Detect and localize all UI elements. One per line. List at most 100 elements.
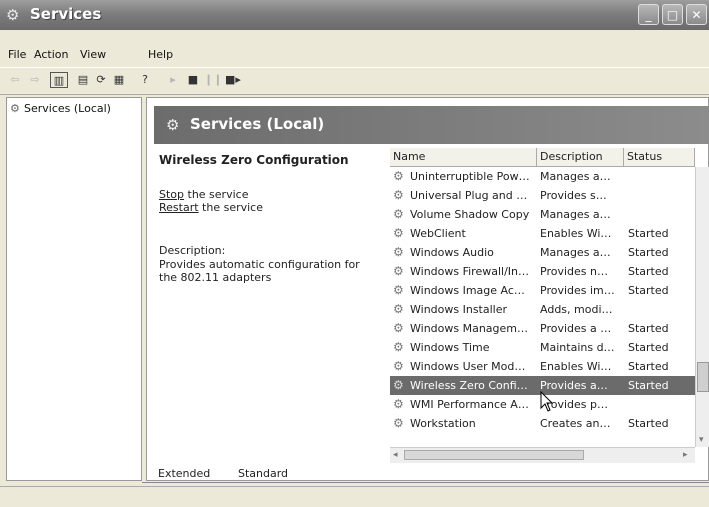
cell-status: Started xyxy=(628,341,669,354)
forward-icon[interactable]: ⇨ xyxy=(26,72,44,88)
restart-icon[interactable]: ■▸ xyxy=(224,72,242,88)
maximize-button[interactable]: □ xyxy=(662,4,683,25)
table-row[interactable]: ⚙ Uninterruptible Pow… Manages a… xyxy=(390,167,695,186)
cell-name: WMI Performance A… xyxy=(410,398,529,411)
mouse-cursor-icon xyxy=(540,391,554,412)
vertical-scroll-thumb[interactable] xyxy=(697,362,709,392)
console-tree: ⚙ Services (Local) xyxy=(6,97,142,481)
status-bar xyxy=(0,486,709,507)
services-gear-icon: ⚙ xyxy=(10,102,20,115)
cell-name: Workstation xyxy=(410,417,476,430)
cell-description: Adds, modi… xyxy=(540,303,613,316)
cell-description: Manages a… xyxy=(540,208,611,221)
cell-description: Creates an… xyxy=(540,417,611,430)
cell-status: Started xyxy=(628,284,669,297)
table-row[interactable]: ⚙ Windows Installer Adds, modi… xyxy=(390,300,695,319)
menu-view[interactable]: View xyxy=(80,48,106,61)
horizontal-scrollbar[interactable]: ◂ ▸ xyxy=(390,447,695,463)
cell-name: Windows Audio xyxy=(410,246,494,259)
cell-description: Manages a… xyxy=(540,170,611,183)
window-title: Services xyxy=(30,5,102,23)
refresh-icon[interactable]: ⟳ xyxy=(92,72,110,88)
table-row[interactable]: ⚙ Universal Plug and … Provides s… xyxy=(390,186,695,205)
stop-service-suffix: the service xyxy=(184,188,249,201)
services-list: Name Description Status ⚙ Uninterruptible… xyxy=(390,148,709,465)
service-gear-icon: ⚙ xyxy=(393,283,404,297)
description-label: Description: xyxy=(159,244,226,257)
service-gear-icon: ⚙ xyxy=(393,207,404,221)
cell-name: Volume Shadow Copy xyxy=(410,208,530,221)
cell-name: Wireless Zero Confi… xyxy=(410,379,528,392)
service-gear-icon: ⚙ xyxy=(393,302,404,316)
service-gear-icon: ⚙ xyxy=(393,321,404,335)
table-row[interactable]: ⚙ Windows Managem… Provides a … Started xyxy=(390,319,695,338)
cell-status: Started xyxy=(628,322,669,335)
column-header-description[interactable]: Description xyxy=(537,148,624,167)
start-icon[interactable]: ▸ xyxy=(164,72,182,88)
table-row[interactable]: ⚙ WebClient Enables Wi… Started xyxy=(390,224,695,243)
cell-name: Windows Time xyxy=(410,341,490,354)
menu-action[interactable]: Action xyxy=(34,48,68,61)
tab-standard[interactable]: Standard xyxy=(238,467,288,480)
service-gear-icon: ⚙ xyxy=(393,378,404,392)
scroll-left-icon[interactable]: ◂ xyxy=(393,450,398,460)
menu-help[interactable]: Help xyxy=(148,48,173,61)
cell-name: Windows Image Ac… xyxy=(410,284,525,297)
tree-item-label: Services (Local) xyxy=(24,102,111,115)
table-row[interactable]: ⚙ Windows Image Ac… Provides im… Started xyxy=(390,281,695,300)
cell-description: Provides s… xyxy=(540,189,607,202)
stop-service-row: Stop the service xyxy=(159,188,248,201)
column-header-name[interactable]: Name xyxy=(390,148,537,167)
cell-status: Started xyxy=(628,417,669,430)
export-list-icon[interactable]: ▦ xyxy=(110,72,128,88)
properties-icon[interactable]: ▤ xyxy=(74,72,92,88)
close-button[interactable]: ✕ xyxy=(686,4,707,25)
column-header-status[interactable]: Status xyxy=(624,148,695,167)
cell-status: Started xyxy=(628,227,669,240)
minimize-button[interactable]: _ xyxy=(638,4,659,25)
services-gear-icon: ⚙ xyxy=(166,116,180,134)
menu-file[interactable]: File xyxy=(8,48,26,61)
table-row[interactable]: ⚙ Volume Shadow Copy Manages a… xyxy=(390,205,695,224)
scroll-right-icon[interactable]: ▸ xyxy=(683,450,688,460)
cell-name: Windows Managem… xyxy=(410,322,529,335)
stop-icon[interactable]: ■ xyxy=(184,72,202,88)
service-gear-icon: ⚙ xyxy=(393,340,404,354)
title-bar: ⚙ Services _ □ ✕ xyxy=(0,0,709,30)
toolbar: ⇦ ⇨ ▥ ▤ ⟳ ▦ ? ▸ ■ ❙❙ ■▸ xyxy=(0,67,709,95)
service-gear-icon: ⚙ xyxy=(393,397,404,411)
pause-icon[interactable]: ❙❙ xyxy=(204,72,222,88)
service-gear-icon: ⚙ xyxy=(393,226,404,240)
table-row[interactable]: ⚙ Windows User Mod… Enables Wi… Started xyxy=(390,357,695,376)
table-row[interactable]: ⚙ Workstation Creates an… Started xyxy=(390,414,695,433)
tab-extended[interactable]: Extended xyxy=(158,467,210,480)
scroll-down-icon[interactable]: ▾ xyxy=(699,435,704,445)
services-gear-icon: ⚙ xyxy=(6,6,20,24)
stop-service-link[interactable]: Stop xyxy=(159,188,184,201)
service-gear-icon: ⚙ xyxy=(393,359,404,373)
vertical-scrollbar[interactable]: ▾ xyxy=(695,167,709,447)
table-row[interactable]: ⚙ Windows Audio Manages a… Started xyxy=(390,243,695,262)
tree-item-services-local[interactable]: ⚙ Services (Local) xyxy=(10,102,111,115)
table-row[interactable]: ⚙ Windows Firewall/In… Provides n… Started xyxy=(390,262,695,281)
cell-description: Maintains d… xyxy=(540,341,615,354)
cell-name: Universal Plug and … xyxy=(410,189,528,202)
help-icon[interactable]: ? xyxy=(136,72,154,88)
services-window: ⚙ Services _ □ ✕ File Action View Help ⇦… xyxy=(0,0,709,507)
table-row[interactable]: ⚙ Windows Time Maintains d… Started xyxy=(390,338,695,357)
selected-service-name: Wireless Zero Configuration xyxy=(159,153,349,167)
pane-banner: ⚙ Services (Local) xyxy=(154,106,709,144)
cell-name: Windows Installer xyxy=(410,303,508,316)
service-gear-icon: ⚙ xyxy=(393,169,404,183)
cell-status: Started xyxy=(628,379,669,392)
back-icon[interactable]: ⇦ xyxy=(6,72,24,88)
description-text: Provides automatic configuration for the… xyxy=(159,258,360,284)
restart-service-link[interactable]: Restart xyxy=(159,201,199,214)
menu-bar: File Action View Help xyxy=(0,44,709,64)
restart-service-suffix: the service xyxy=(198,201,263,214)
cell-description: Provides a … xyxy=(540,322,612,335)
horizontal-scroll-thumb[interactable] xyxy=(404,450,584,460)
cell-status: Started xyxy=(628,360,669,373)
show-hide-tree-icon[interactable]: ▥ xyxy=(50,72,68,88)
cell-description: Enables Wi… xyxy=(540,227,612,240)
